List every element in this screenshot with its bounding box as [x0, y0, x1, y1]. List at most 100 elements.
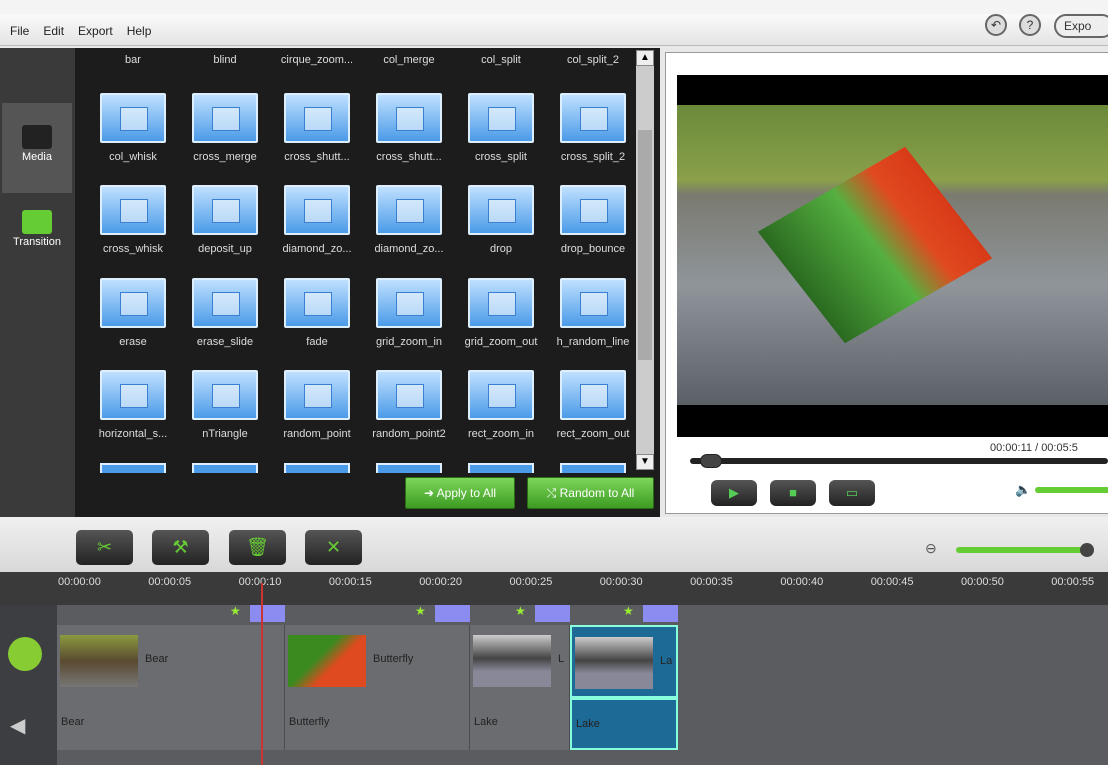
menu-help[interactable]: Help [123, 24, 156, 38]
transition-item[interactable]: random_point2 [363, 370, 455, 440]
transition-label: diamond_zo... [282, 243, 352, 255]
transition-thumbnail [192, 278, 258, 328]
transition-thumbnail [376, 185, 442, 235]
transition-item[interactable]: drop [455, 185, 547, 255]
scroll-up-button[interactable]: ▲ [636, 50, 654, 66]
video-clip[interactable]: Butterfly [285, 625, 470, 698]
transition-item[interactable]: cross_shutt... [271, 93, 363, 163]
help-icon[interactable]: ? [1019, 14, 1041, 36]
volume-slider[interactable] [1035, 487, 1108, 493]
transition-item[interactable]: nTriangle [179, 370, 271, 440]
transition-item[interactable]: drop_bounce [547, 185, 639, 255]
transition-label: col_split [481, 54, 521, 66]
tab-label: Media [22, 151, 52, 163]
transition-item[interactable]: grid_zoom_out [455, 278, 547, 348]
transition-item[interactable]: fade [271, 278, 363, 348]
ruler-tick-label: 00:00:40 [780, 576, 824, 588]
menu-export[interactable]: Export [74, 24, 117, 38]
transition-marker[interactable] [535, 605, 570, 622]
scrollbar[interactable]: ▲ ▼ [636, 50, 654, 470]
stop-button[interactable]: ■ [770, 480, 816, 506]
transition-item[interactable]: col_split [455, 48, 547, 66]
transition-thumbnail [468, 93, 534, 143]
transition-item[interactable]: cross_merge [179, 93, 271, 163]
transition-item[interactable]: erase_slide [179, 278, 271, 348]
audio-clip[interactable]: Lake [470, 698, 570, 750]
transition-item[interactable]: col_split_2 [547, 48, 639, 66]
video-clip[interactable]: Bear [57, 625, 285, 698]
transition-thumbnail [100, 278, 166, 328]
audio-clip[interactable]: Bear [57, 698, 285, 750]
transition-label: cirque_zoom... [280, 54, 354, 66]
transition-label: cross_merge [193, 151, 257, 163]
ruler-tick-label: 00:00:15 [328, 576, 372, 588]
transition-thumbnail[interactable] [376, 463, 442, 473]
scroll-thumb[interactable] [638, 130, 652, 360]
menu-edit[interactable]: Edit [39, 24, 68, 38]
transition-thumbnail[interactable] [284, 463, 350, 473]
edit-tools-button[interactable]: ⚒ [152, 530, 209, 565]
transition-item[interactable]: diamond_zo... [363, 185, 455, 255]
export-button[interactable]: Expo [1054, 14, 1108, 38]
remove-transition-button[interactable]: ✕ [305, 530, 362, 565]
transition-item[interactable]: col_merge [363, 48, 455, 66]
transition-thumbnail[interactable] [468, 463, 534, 473]
time-readout: 00:00:11 / 00:05:5 [990, 442, 1078, 454]
transition-item[interactable]: horizontal_s... [87, 370, 179, 440]
transition-thumbnail[interactable] [560, 463, 626, 473]
transition-thumbnail [468, 278, 534, 328]
transition-item[interactable]: cross_split_2 [547, 93, 639, 163]
transition-thumbnail[interactable] [192, 463, 258, 473]
play-button[interactable]: ▶ [711, 480, 757, 506]
split-button[interactable]: ✂ [76, 530, 133, 565]
transition-label: col_split_2 [567, 54, 619, 66]
video-clip[interactable]: L [470, 625, 570, 698]
transition-marker[interactable] [643, 605, 678, 622]
transition-item[interactable]: rect_zoom_in [455, 370, 547, 440]
tab-transition[interactable]: Transition [2, 188, 72, 278]
transition-label: nTriangle [202, 428, 248, 440]
delete-button[interactable]: 🗑 [229, 530, 286, 565]
transition-item[interactable]: diamond_zo... [271, 185, 363, 255]
seek-handle[interactable] [700, 454, 722, 468]
undo-icon[interactable]: ↶ [985, 14, 1007, 36]
playhead[interactable] [261, 583, 263, 765]
star-icon: ★ [415, 604, 426, 618]
transition-marker[interactable] [250, 605, 285, 622]
zoom-out-icon[interactable]: ⊖ [925, 540, 937, 557]
transition-item[interactable]: bar [87, 48, 179, 66]
apply-to-all-button[interactable]: ➜ Apply to All [405, 477, 515, 509]
transition-item[interactable]: blind [179, 48, 271, 66]
transition-item[interactable]: cross_whisk [87, 185, 179, 255]
random-to-all-button[interactable]: ⤭ Random to All [527, 477, 654, 509]
transition-item[interactable]: cross_split [455, 93, 547, 163]
menu-file[interactable]: File [6, 24, 33, 38]
time-ruler[interactable]: 00:00:00 00:00:05 00:00:10 00:00:15 00:00:20… [0, 572, 1108, 605]
transition-item[interactable]: random_point [271, 370, 363, 440]
transition-thumbnail [560, 370, 626, 420]
video-clip[interactable]: La [570, 625, 678, 698]
scroll-down-button[interactable]: ▼ [636, 454, 654, 470]
seek-bar[interactable] [690, 458, 1108, 464]
timeline-zoom-slider[interactable] [956, 547, 1091, 553]
transition-thumbnail [376, 93, 442, 143]
transition-item[interactable]: col_whisk [87, 93, 179, 163]
audio-clip[interactable]: Butterfly [285, 698, 470, 750]
transition-item[interactable]: cross_shutt... [363, 93, 455, 163]
transition-item[interactable]: rect_zoom_out [547, 370, 639, 440]
transition-item[interactable]: deposit_up [179, 185, 271, 255]
transition-marker[interactable] [435, 605, 470, 622]
fullscreen-button[interactable]: ▭ [829, 480, 875, 506]
transition-thumbnail [100, 185, 166, 235]
transition-thumbnail[interactable] [100, 463, 166, 473]
transition-item[interactable]: h_random_line [547, 278, 639, 348]
zoom-slider-handle[interactable] [1080, 543, 1094, 557]
ruler-tick-label: 00:00:20 [419, 576, 463, 588]
tab-media[interactable]: Media [2, 103, 72, 193]
transition-item[interactable]: cirque_zoom... [271, 48, 363, 66]
transition-item[interactable]: grid_zoom_in [363, 278, 455, 348]
audio-clip[interactable]: Lake [570, 698, 678, 750]
audio-track-icon: ◀ [10, 715, 26, 737]
transition-thumbnail [284, 185, 350, 235]
transition-item[interactable]: erase [87, 278, 179, 348]
